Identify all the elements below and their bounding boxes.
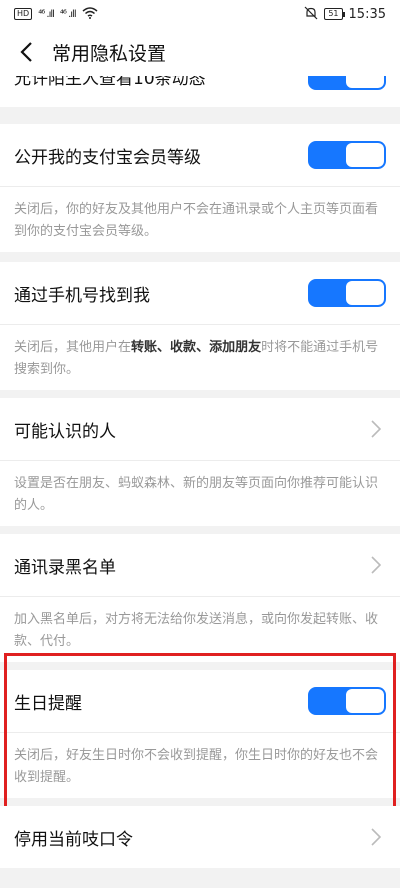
toggle-knob [346, 76, 384, 88]
setting-card-maybe-know: 可能认识的人 设置是否在朋友、蚂蚁森林、新的朋友等页面向你推荐可能认识的人。 [0, 398, 400, 526]
setting-label-membership: 公开我的支付宝会员等级 [14, 147, 201, 168]
setting-label-maybe-know: 可能认识的人 [14, 421, 116, 442]
page-title: 常用隐私设置 [52, 42, 167, 65]
phone-toggle[interactable] [308, 279, 386, 307]
chevron-right-icon [366, 555, 386, 575]
setting-card-membership: 公开我的支付宝会员等级 关闭后，你的好友及其他用户不会在通讯录或个人主页等页面看… [0, 124, 400, 252]
setting-desc-blacklist: 加入黑名单后，对方将无法给你发送消息，或向你发起转账、收款、代付。 [0, 596, 400, 662]
status-time: 15:35 [348, 6, 386, 22]
setting-card-blacklist: 通讯录黑名单 加入黑名单后，对方将无法给你发送消息，或向你发起转账、收款、代付。 [0, 534, 400, 662]
setting-label-blacklist: 通讯录黑名单 [14, 557, 116, 578]
desc-separator: 、 [157, 340, 171, 355]
back-button[interactable] [0, 28, 52, 76]
setting-card-birthday: 生日提醒 关闭后，好友生日时你不会收到提醒，你生日时你的好友也不会收到提醒。 [0, 670, 400, 798]
nav-bar: 常用隐私设置 [0, 28, 400, 76]
setting-row-moments[interactable]: 允许陌生人查看10条动态 [0, 76, 400, 107]
setting-row-membership[interactable]: 公开我的支付宝会员等级 [0, 124, 400, 186]
setting-label-moments: 允许陌生人查看10条动态 [14, 76, 206, 89]
toggle-knob [346, 281, 384, 305]
chevron-right-icon [366, 419, 386, 439]
setting-card-phone: 通过手机号找到我 关闭后，其他用户在转账、收款、添加朋友时将不能通过手机号搜索到… [0, 262, 400, 390]
desc-text: 关闭后，其他用户在 [14, 340, 132, 355]
moments-toggle[interactable] [308, 76, 386, 90]
status-left: HD ⁴⁶ .ıll ⁴⁶ .ıll [14, 6, 98, 22]
birthday-toggle[interactable] [308, 687, 386, 715]
setting-desc-phone: 关闭后，其他用户在转账、收款、添加朋友时将不能通过手机号搜索到你。 [0, 324, 400, 390]
toggle-knob [346, 689, 384, 713]
wifi-icon [82, 6, 98, 22]
chevron-right-icon [366, 827, 386, 847]
status-right: 51 15:35 [304, 6, 386, 23]
setting-row-maybe-know[interactable]: 可能认识的人 [0, 398, 400, 460]
status-bar: HD ⁴⁶ .ıll ⁴⁶ .ıll 51 15:35 [0, 0, 400, 28]
setting-row-blacklist[interactable]: 通讯录黑名单 [0, 534, 400, 596]
setting-desc-membership: 关闭后，你的好友及其他用户不会在通讯录或个人主页等页面看到你的支付宝会员等级。 [0, 186, 400, 252]
desc-keyword-transfer: 转账 [131, 340, 158, 355]
setting-row-phone[interactable]: 通过手机号找到我 [0, 262, 400, 324]
desc-keyword-receive: 收款 [170, 340, 197, 355]
setting-row-command[interactable]: 停用当前吱口令 [0, 806, 400, 868]
toggle-knob [346, 143, 384, 167]
setting-label-command: 停用当前吱口令 [14, 829, 133, 850]
setting-desc-birthday: 关闭后，好友生日时你不会收到提醒，你生日时你的好友也不会收到提醒。 [0, 732, 400, 798]
desc-separator: 、 [196, 340, 210, 355]
setting-row-birthday[interactable]: 生日提醒 [0, 670, 400, 732]
desc-keyword-add-friend: 添加朋友 [209, 340, 262, 355]
signal-icon-sim1: ⁴⁶ .ıll [38, 8, 55, 20]
setting-card-command: 停用当前吱口令 [0, 806, 400, 868]
membership-toggle[interactable] [308, 141, 386, 169]
setting-desc-maybe-know: 设置是否在朋友、蚂蚁森林、新的朋友等页面向你推荐可能认识的人。 [0, 460, 400, 526]
settings-list: 允许陌生人查看10条动态 公开我的支付宝会员等级 关闭后，你的好友及其他用户不会… [0, 76, 400, 888]
battery-icon: 51 [324, 8, 345, 20]
setting-label-phone: 通过手机号找到我 [14, 285, 150, 306]
signal-icon-sim2: ⁴⁶ .ıll [59, 8, 77, 20]
setting-label-birthday: 生日提醒 [14, 693, 82, 714]
hd-indicator: HD [14, 8, 33, 20]
chevron-left-icon [20, 42, 32, 62]
mute-icon [304, 6, 318, 23]
